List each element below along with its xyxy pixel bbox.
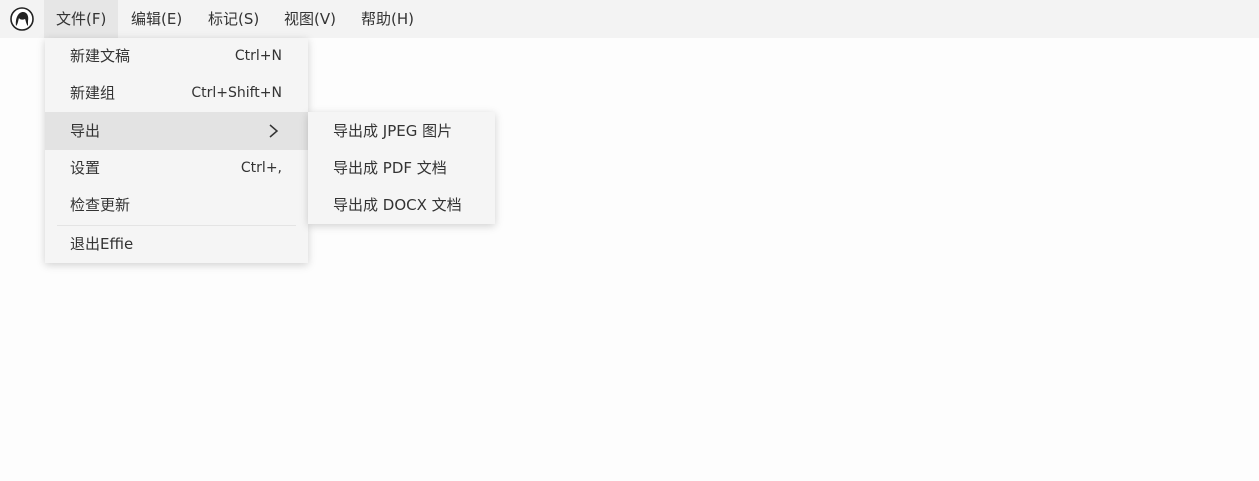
menu-item-new-document[interactable]: 新建文稿 Ctrl+N xyxy=(45,38,308,75)
menu-item-shortcut: Ctrl+N xyxy=(234,48,282,64)
menu-item-quit[interactable]: 退出Effie xyxy=(45,226,308,263)
menu-file[interactable]: 文件(F) xyxy=(44,0,119,38)
menu-item-label: 新建文稿 xyxy=(70,47,131,65)
menu-item-settings[interactable]: 设置 Ctrl+, xyxy=(45,150,308,187)
girl-face-logo-icon[interactable] xyxy=(10,7,34,31)
menu-item-export[interactable]: 导出 xyxy=(45,112,308,150)
menu-item-export-jpeg[interactable]: 导出成 JPEG 图片 xyxy=(308,113,495,150)
menu-item-label: 新建组 xyxy=(70,84,116,102)
file-dropdown-menu: 新建文稿 Ctrl+N 新建组 Ctrl+Shift+N 导出 设置 Ctrl+… xyxy=(45,38,308,263)
menu-item-check-update[interactable]: 检查更新 xyxy=(45,187,308,224)
menu-edit[interactable]: 编辑(E) xyxy=(119,0,194,38)
menu-item-new-group[interactable]: 新建组 Ctrl+Shift+N xyxy=(45,75,308,112)
menu-item-label: 检查更新 xyxy=(70,196,131,214)
menu-item-shortcut: Ctrl+, xyxy=(240,160,282,176)
menu-mark[interactable]: 标记(S) xyxy=(196,0,271,38)
menu-item-label: 退出Effie xyxy=(70,235,134,253)
export-submenu: 导出成 JPEG 图片 导出成 PDF 文档 导出成 DOCX 文档 xyxy=(308,112,495,224)
menu-item-label: 设置 xyxy=(70,159,101,177)
menu-item-label: 导出成 JPEG 图片 xyxy=(333,122,453,140)
menu-item-export-docx[interactable]: 导出成 DOCX 文档 xyxy=(308,187,495,224)
menu-view[interactable]: 视图(V) xyxy=(272,0,348,38)
menu-item-shortcut: Ctrl+Shift+N xyxy=(191,85,282,101)
menu-item-label: 导出成 DOCX 文档 xyxy=(333,196,462,214)
menu-item-export-pdf[interactable]: 导出成 PDF 文档 xyxy=(308,150,495,187)
menu-item-label: 导出成 PDF 文档 xyxy=(333,159,447,177)
menu-bar: 文件(F) 编辑(E) 标记(S) 视图(V) 帮助(H) xyxy=(0,0,1259,38)
menu-help[interactable]: 帮助(H) xyxy=(349,0,426,38)
menu-item-label: 导出 xyxy=(70,122,101,140)
chevron-right-icon xyxy=(269,124,279,138)
